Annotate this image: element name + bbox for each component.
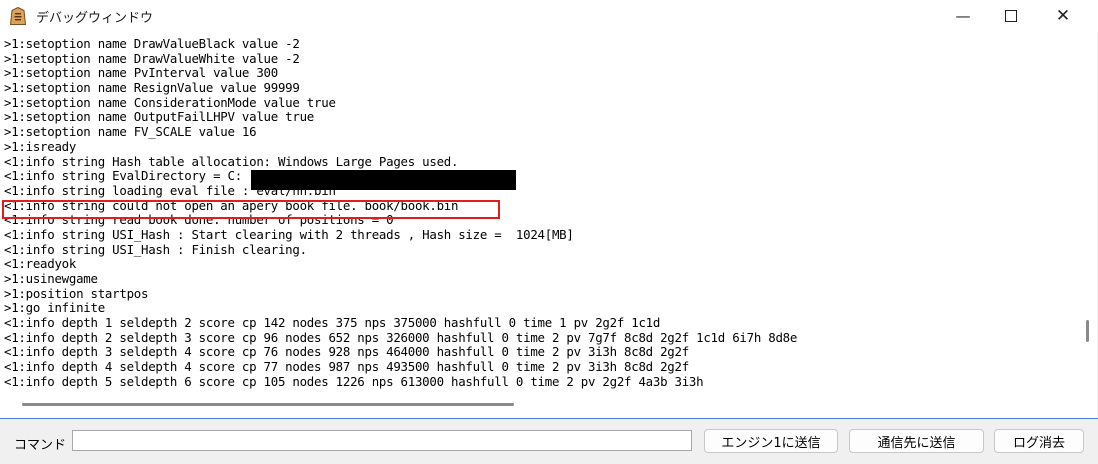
vertical-scrollbar-thumb[interactable] bbox=[1086, 320, 1089, 342]
log-line: <1:info depth 3 seldepth 4 score cp 76 n… bbox=[4, 344, 689, 360]
log-output[interactable]: >1:setoption name DrawValueBlack value -… bbox=[0, 32, 1097, 392]
log-line: <1:info depth 1 seldepth 2 score cp 142 … bbox=[4, 315, 661, 331]
log-line: <1:info depth 4 seldepth 4 score cp 77 n… bbox=[4, 359, 689, 375]
log-line: >1:setoption name DrawValueWhite value -… bbox=[4, 50, 300, 66]
log-line: <1:info depth 5 seldepth 6 score cp 105 … bbox=[4, 373, 704, 389]
command-input[interactable] bbox=[72, 430, 692, 451]
log-line: >1:position startpos bbox=[4, 285, 149, 301]
log-line: >1:usinewgame bbox=[4, 271, 98, 286]
log-line: >1:setoption name OutputFailLHPV value t… bbox=[4, 109, 315, 125]
log-line: <1:readyok bbox=[4, 256, 77, 272]
minimize-icon: — bbox=[955, 7, 971, 25]
command-label: コマンド bbox=[14, 438, 67, 453]
close-icon: ✕ bbox=[1055, 6, 1071, 26]
maximize-button[interactable] bbox=[988, 0, 1034, 32]
log-line: >1:setoption name FV_SCALE value 16 bbox=[4, 124, 257, 140]
clear-log-button[interactable]: ログ消去 bbox=[994, 429, 1084, 453]
send-to-engine1-button[interactable]: エンジン1に送信 bbox=[704, 429, 838, 453]
shogi-piece-icon bbox=[10, 7, 26, 25]
title-bar: デバッグウィンドウ — ✕ bbox=[0, 0, 1098, 32]
log-line: >1:setoption name ResignValue value 9999… bbox=[4, 80, 300, 96]
horizontal-scrollbar-thumb[interactable] bbox=[22, 403, 514, 406]
log-line: >1:setoption name ConsiderationMode valu… bbox=[4, 94, 336, 110]
minimize-button[interactable]: — bbox=[940, 0, 986, 32]
log-line: >1:setoption name DrawValueBlack value -… bbox=[4, 36, 300, 51]
maximize-icon bbox=[1005, 10, 1017, 22]
send-to-peer-button[interactable]: 通信先に送信 bbox=[849, 429, 984, 453]
log-line: <1:info string USI_Hash : Finish clearin… bbox=[4, 241, 307, 257]
highlight-box bbox=[2, 200, 500, 219]
command-bar: コマンド エンジン1に送信 通信先に送信 ログ消去 bbox=[0, 418, 1098, 464]
log-line: >1:setoption name PvInterval value 300 bbox=[4, 65, 278, 81]
redaction-box bbox=[251, 170, 516, 190]
horizontal-scrollbar[interactable] bbox=[0, 392, 1097, 418]
log-line: >1:go infinite bbox=[4, 300, 105, 316]
log-line: <1:info depth 2 seldepth 3 score cp 96 n… bbox=[4, 329, 798, 345]
close-button[interactable]: ✕ bbox=[1040, 0, 1086, 32]
log-line: <1:info string USI_Hash : Start clearing… bbox=[4, 226, 574, 242]
window-title: デバッグウィンドウ bbox=[36, 11, 154, 26]
log-line: >1:isready bbox=[4, 138, 77, 154]
log-line: <1:info string Hash table allocation: Wi… bbox=[4, 153, 459, 169]
